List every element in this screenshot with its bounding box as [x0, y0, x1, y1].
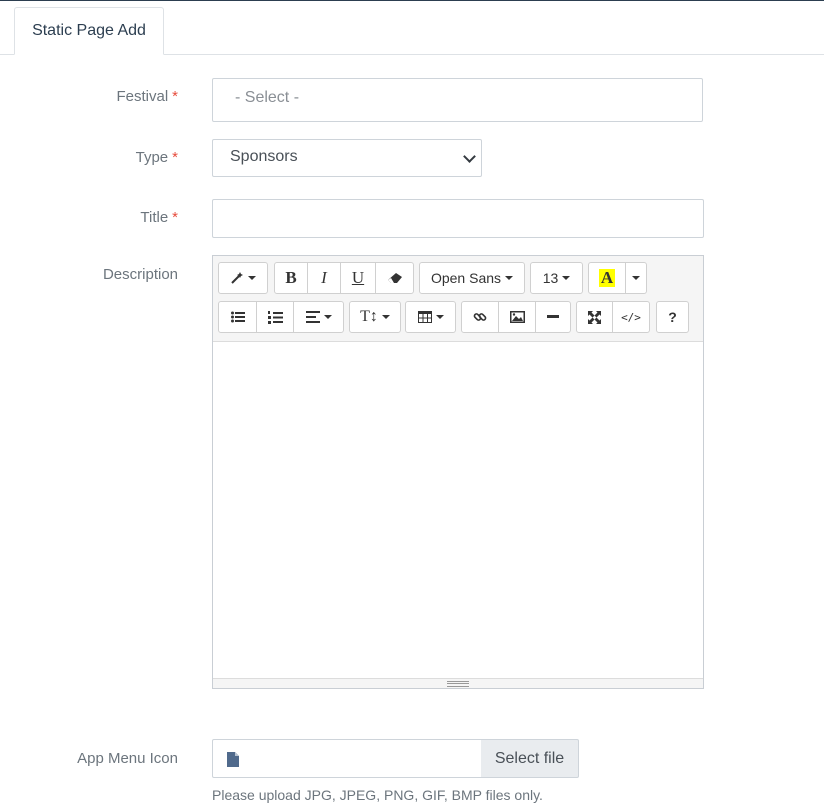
select-file-label: Select file [494, 749, 565, 767]
tab-static-page-add[interactable]: Static Page Add [14, 7, 164, 55]
select-file-button[interactable]: Select file [481, 739, 579, 778]
caret-down-icon [248, 276, 256, 280]
caret-down-icon [381, 315, 390, 319]
tab-bar: Static Page Add [0, 1, 824, 55]
italic-button[interactable]: I [307, 262, 341, 294]
title-label: Title * [140, 209, 178, 226]
type-label: Type * [135, 149, 178, 166]
color-dropdown-button[interactable] [625, 262, 647, 294]
style-button[interactable] [218, 262, 268, 294]
magic-icon [231, 272, 243, 284]
paragraph-button[interactable] [293, 301, 344, 333]
required-mark: * [172, 149, 178, 166]
underline-icon: U [351, 268, 365, 287]
file-type-help-text: Please upload JPG, JPEG, PNG, GIF, BMP f… [212, 787, 543, 803]
recent-color-button[interactable]: A [588, 262, 626, 294]
link-icon [473, 313, 487, 321]
paragraph-align-icon [305, 311, 320, 323]
type-select[interactable]: Sponsors [212, 139, 482, 177]
code-view-button[interactable]: </> [612, 301, 650, 333]
unordered-list-icon [230, 311, 245, 323]
type-select-value: Sponsors [230, 148, 298, 165]
underline-button[interactable]: U [340, 262, 376, 294]
ordered-list-icon [267, 310, 283, 324]
rich-text-editor: B I U Open Sans 13 A T↕ </> ? [212, 255, 704, 689]
unordered-list-button[interactable] [218, 301, 257, 333]
picture-icon [509, 311, 525, 323]
caret-down-icon [562, 276, 571, 280]
title-input[interactable] [212, 199, 704, 238]
ordered-list-button[interactable] [256, 301, 294, 333]
resize-grip-icon [447, 681, 469, 687]
table-icon [417, 311, 432, 323]
caret-down-icon [505, 276, 514, 280]
caret-down-icon [435, 315, 444, 319]
fullscreen-icon [588, 310, 601, 324]
help-button[interactable]: ? [656, 301, 689, 333]
festival-select-value: - Select - [235, 89, 300, 106]
font-family-value: Open Sans [430, 270, 502, 286]
file-icon [227, 752, 239, 767]
font-size-value: 13 [542, 270, 559, 286]
fullscreen-button[interactable] [576, 301, 613, 333]
bold-icon: B [285, 268, 297, 287]
festival-label: Festival * [116, 88, 178, 105]
bold-button[interactable]: B [274, 262, 308, 294]
horizontal-rule-button[interactable] [535, 301, 571, 333]
editor-resize-bar[interactable] [213, 678, 703, 688]
editor-content-area[interactable] [213, 342, 703, 679]
app-menu-icon-label: App Menu Icon [77, 750, 178, 767]
clear-format-button[interactable] [375, 262, 414, 294]
chevron-down-icon [463, 150, 476, 163]
table-button[interactable] [405, 301, 456, 333]
required-mark: * [172, 88, 178, 105]
line-height-icon: T↕ [360, 308, 378, 325]
help-icon: ? [668, 309, 677, 325]
code-view-icon: </> [621, 310, 641, 324]
line-height-button[interactable]: T↕ [349, 301, 401, 333]
horizontal-rule-icon [547, 315, 559, 318]
editor-toolbar: B I U Open Sans 13 A T↕ </> ? [213, 256, 703, 342]
tab-label: Static Page Add [32, 22, 146, 39]
description-label: Description [102, 266, 178, 283]
festival-select[interactable]: - Select - [212, 78, 703, 122]
italic-icon: I [321, 268, 327, 287]
font-size-dropdown[interactable]: 13 [530, 262, 583, 294]
caret-down-icon [632, 276, 640, 280]
color-a-icon: A [598, 268, 616, 287]
required-mark: * [172, 209, 178, 226]
insert-picture-button[interactable] [498, 301, 536, 333]
caret-down-icon [323, 315, 332, 319]
font-family-dropdown[interactable]: Open Sans [419, 262, 525, 294]
eraser-icon [387, 273, 402, 283]
insert-link-button[interactable] [461, 301, 499, 333]
file-input-display[interactable] [212, 739, 483, 778]
